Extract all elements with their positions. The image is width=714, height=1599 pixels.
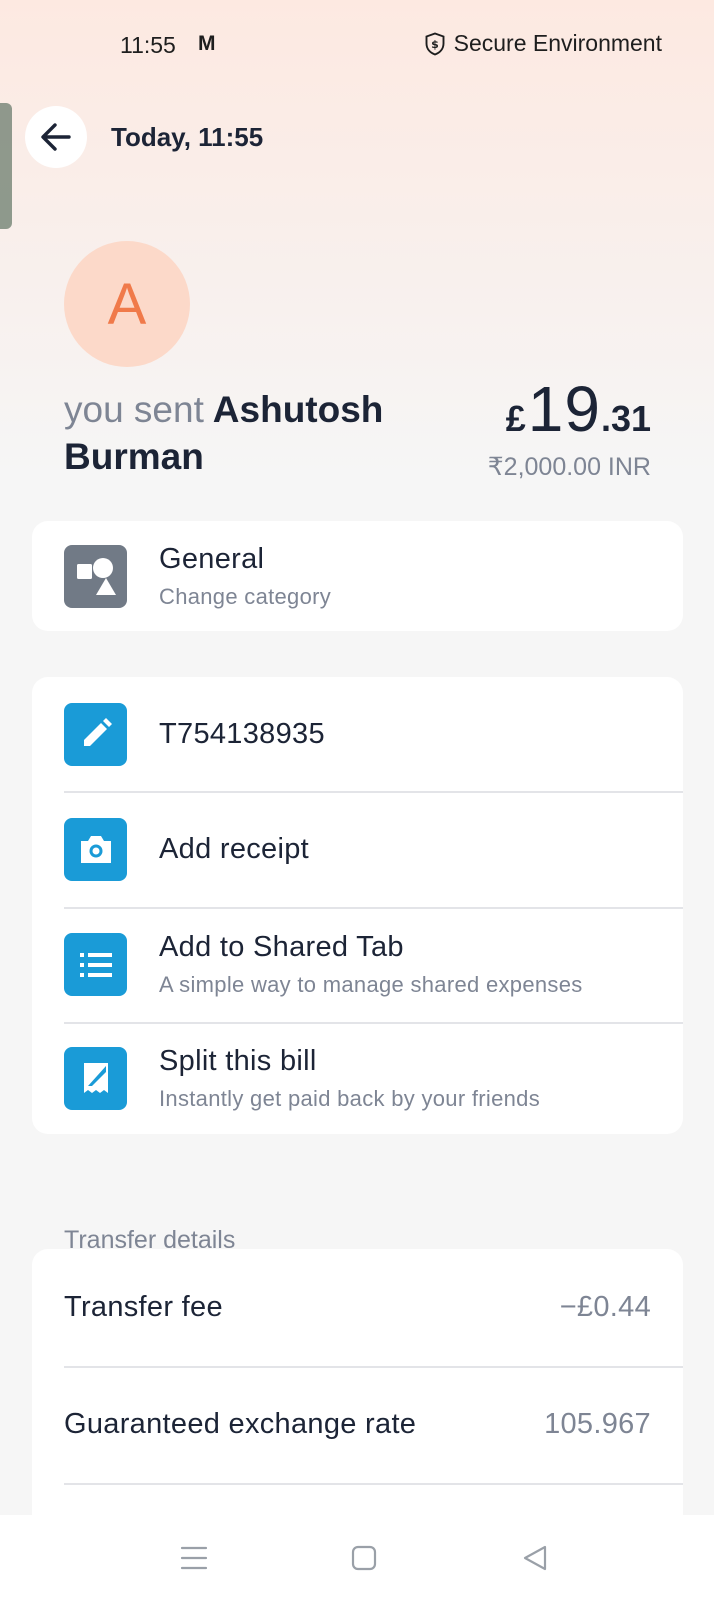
menu-button[interactable] <box>177 1541 211 1575</box>
edge-panel-handle[interactable] <box>0 103 12 229</box>
notification-m-icon: M <box>198 32 216 55</box>
amount-sent: £ 19 .31 <box>506 372 651 446</box>
split-bill-title: Split this bill <box>159 1044 317 1077</box>
recipient-description: you sent Ashutosh Burman <box>64 386 424 480</box>
split-bill-row[interactable]: Split this bill Instantly get paid back … <box>32 1022 683 1134</box>
exchange-rate-value: 105.967 <box>544 1408 651 1440</box>
transfer-fee-value: −£0.44 <box>559 1291 651 1323</box>
camera-icon <box>64 817 127 881</box>
next-detail-row <box>32 1483 683 1519</box>
add-receipt-row[interactable]: Add receipt <box>32 791 683 907</box>
secure-environment-indicator: $ Secure Environment <box>424 30 662 57</box>
back-triangle-icon <box>523 1545 547 1571</box>
secure-environment-label: Secure Environment <box>453 30 662 56</box>
shared-tab-title: Add to Shared Tab <box>159 931 404 963</box>
receipt-split-icon <box>64 1046 127 1110</box>
transfer-fee-label: Transfer fee <box>64 1291 223 1323</box>
add-receipt-title: Add receipt <box>159 832 309 865</box>
avatar: A <box>64 241 190 367</box>
reference-row[interactable]: T754138935 <box>32 677 683 791</box>
svg-text:$: $ <box>431 38 439 51</box>
change-category-row[interactable]: General Change category <box>32 521 683 631</box>
transfer-details-card: Transfer fee −£0.44 Guaranteed exchange … <box>32 1249 683 1519</box>
reference-title: T754138935 <box>159 717 325 750</box>
list-icon <box>64 933 127 996</box>
menu-icon <box>180 1546 208 1570</box>
page-title: Today, 11:55 <box>111 122 264 152</box>
sent-prefix: you sent <box>64 389 204 430</box>
split-bill-subtitle: Instantly get paid back by your friends <box>159 1085 541 1111</box>
back-button[interactable] <box>25 106 87 168</box>
category-subtitle: Change category <box>159 583 332 609</box>
pencil-icon <box>64 702 127 766</box>
add-to-shared-tab-row[interactable]: Add to Shared Tab A simple way to manage… <box>32 907 683 1022</box>
arrow-left-icon <box>41 123 71 151</box>
shield-dollar-icon: $ <box>425 31 445 56</box>
status-bar: 11:55 M $ Secure Environment <box>0 0 714 90</box>
actions-card: T754138935 Add receipt Add to Shared Tab… <box>32 677 683 1134</box>
system-navigation-bar <box>0 1515 714 1599</box>
home-square-icon <box>351 1545 377 1571</box>
exchange-rate-label: Guaranteed exchange rate <box>64 1408 417 1440</box>
amount-fraction: .31 <box>600 398 651 439</box>
category-card: General Change category <box>32 521 683 631</box>
system-back-button[interactable] <box>518 1541 552 1575</box>
amount-converted: ₹2,000.00 INR <box>487 453 651 481</box>
exchange-rate-row: Guaranteed exchange rate 105.967 <box>32 1366 683 1483</box>
status-time: 11:55 <box>120 32 176 58</box>
transfer-fee-row: Transfer fee −£0.44 <box>32 1249 683 1366</box>
shapes-icon <box>64 544 127 608</box>
category-title: General <box>159 542 265 575</box>
amount-whole: 19 <box>527 373 601 445</box>
amount-currency: £ <box>505 398 526 439</box>
shared-tab-subtitle: A simple way to manage shared expenses <box>159 972 583 997</box>
home-button[interactable] <box>347 1541 381 1575</box>
